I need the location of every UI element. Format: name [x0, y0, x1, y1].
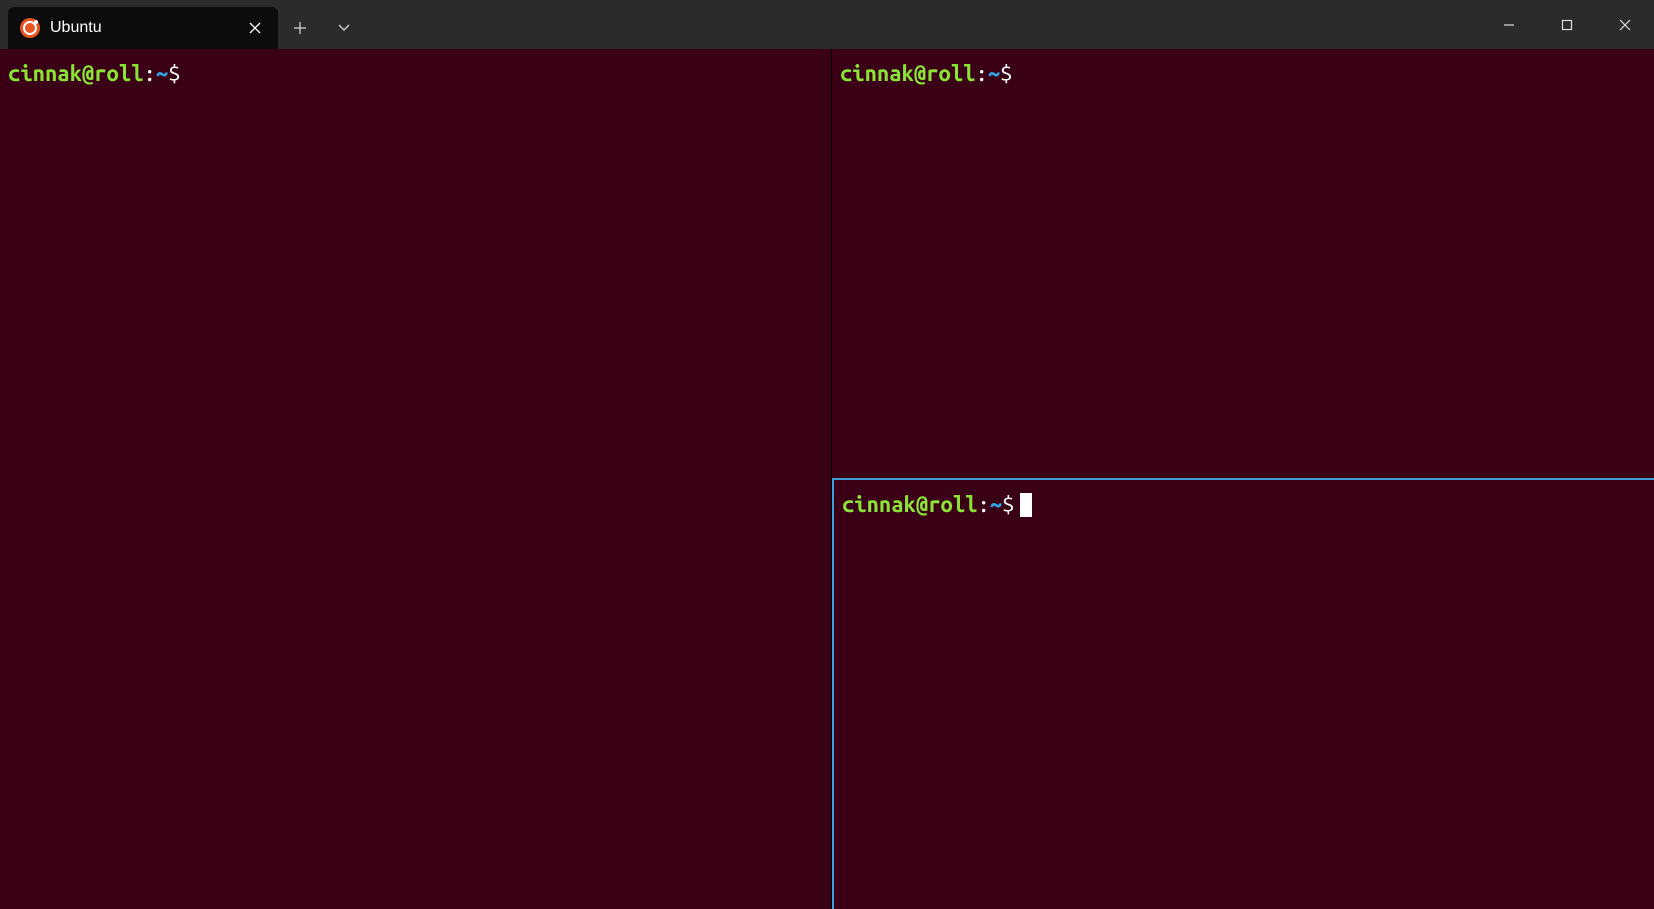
prompt-symbol: $ [168, 61, 180, 86]
prompt-separator: : [977, 492, 989, 517]
terminal-pane-left[interactable]: cinnak@roll:~$ [0, 49, 832, 909]
close-icon [1619, 19, 1631, 31]
plus-icon [293, 21, 307, 35]
maximize-button[interactable] [1538, 5, 1596, 45]
new-tab-button[interactable] [278, 7, 322, 49]
profiles-dropdown-button[interactable] [322, 7, 366, 49]
prompt-symbol: $ [1002, 492, 1014, 517]
minimize-button[interactable] [1480, 5, 1538, 45]
window-controls [1480, 0, 1654, 49]
prompt-separator: : [975, 61, 987, 86]
tab-ubuntu[interactable]: Ubuntu [8, 7, 278, 49]
terminal-pane-right-top[interactable]: cinnak@roll:~$ [832, 49, 1654, 478]
prompt-user-host: cinnak@roll [8, 61, 144, 86]
prompt-path: ~ [990, 492, 1002, 517]
prompt-separator: : [144, 61, 156, 86]
maximize-icon [1561, 19, 1573, 31]
right-column: cinnak@roll:~$ cinnak@roll:~$ [832, 49, 1654, 909]
tab-title: Ubuntu [50, 19, 234, 37]
terminal-pane-right-bottom-active[interactable]: cinnak@roll:~$ [832, 478, 1654, 909]
prompt-path: ~ [156, 61, 168, 86]
tab-close-button[interactable] [244, 17, 266, 39]
terminal-window: Ubuntu cinnak@r [0, 0, 1654, 909]
minimize-icon [1503, 19, 1515, 31]
ubuntu-logo-icon [20, 18, 40, 38]
close-icon [249, 22, 261, 34]
terminal-container: cinnak@roll:~$ cinnak@roll:~$ cinnak@rol… [0, 49, 1654, 909]
prompt-path: ~ [988, 61, 1000, 86]
titlebar[interactable]: Ubuntu [0, 0, 1654, 49]
prompt-symbol: $ [1000, 61, 1012, 86]
prompt-user-host: cinnak@roll [842, 492, 978, 517]
terminal-cursor [1020, 493, 1032, 517]
prompt-user-host: cinnak@roll [840, 61, 976, 86]
titlebar-left: Ubuntu [0, 0, 366, 49]
close-window-button[interactable] [1596, 5, 1654, 45]
chevron-down-icon [337, 23, 351, 33]
